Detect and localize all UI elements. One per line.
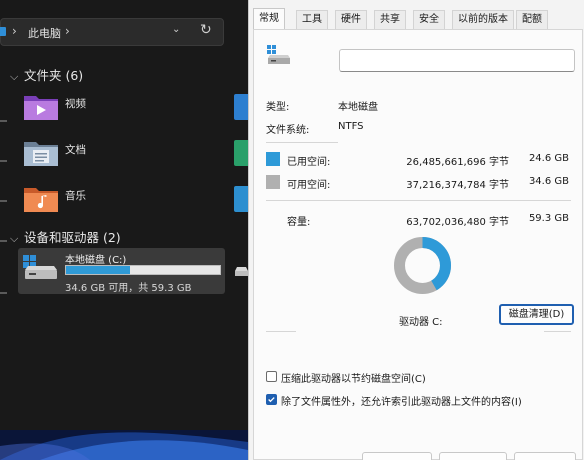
checkmark-icon bbox=[268, 397, 275, 403]
folder-item-music[interactable]: 音乐 bbox=[22, 182, 222, 222]
folder-label: 音乐 bbox=[65, 190, 86, 202]
folder-item-documents[interactable]: 文档 bbox=[22, 136, 222, 176]
type-label: 类型: bbox=[266, 102, 290, 113]
capacity-size: 59.3 GB bbox=[528, 213, 569, 224]
chevron-down-icon: ⌵ bbox=[10, 70, 19, 83]
folder-label: 文档 bbox=[65, 144, 86, 156]
drives-group-title: 设备和驱动器 (2) bbox=[24, 230, 121, 245]
apply-button[interactable] bbox=[514, 452, 576, 460]
tab-bar: 常规 工具 硬件 共享 安全 以前的版本 配额 bbox=[253, 8, 584, 30]
disk-usage-donut-chart bbox=[394, 237, 451, 294]
drive-item-c[interactable]: 本地磁盘 (C:) 34.6 GB 可用，共 59.3 GB bbox=[18, 248, 225, 294]
capacity-label: 容量: bbox=[287, 217, 311, 228]
type-value: 本地磁盘 bbox=[338, 102, 378, 113]
screen: › 此电脑 › ⌄ ↻ ⌵ 文件夹 (6) 视频 文档 音乐 ⌵ 设备和驱动器 … bbox=[0, 0, 584, 460]
drive-properties-dialog: 常规 工具 硬件 共享 安全 以前的版本 配额 类型: 本地磁盘 文件系统: N… bbox=[248, 0, 584, 460]
free-space-bytes: 37,216,374,784 字节 bbox=[406, 180, 509, 191]
drive-usage-fill bbox=[66, 266, 131, 274]
filesystem-label: 文件系统: bbox=[266, 125, 310, 136]
tab-hardware[interactable]: 硬件 bbox=[335, 10, 367, 29]
partial-drive-icon[interactable] bbox=[233, 262, 248, 278]
documents-folder-icon bbox=[24, 142, 58, 166]
tab-quota[interactable]: 配额 bbox=[516, 10, 548, 29]
used-space-swatch bbox=[266, 152, 280, 166]
chevron-down-icon: ⌵ bbox=[10, 232, 19, 245]
compress-drive-checkbox[interactable] bbox=[266, 371, 277, 382]
drive-label-input[interactable] bbox=[339, 49, 575, 72]
folder-item-videos[interactable]: 视频 bbox=[22, 90, 222, 130]
chevron-right-icon[interactable]: › bbox=[65, 24, 70, 38]
divider bbox=[266, 331, 296, 332]
allow-indexing-label[interactable]: 除了文件属性外，还允许索引此驱动器上文件的内容(I) bbox=[281, 393, 522, 408]
free-space-size: 34.6 GB bbox=[528, 176, 569, 187]
partial-folder-icon[interactable] bbox=[234, 186, 248, 212]
compress-drive-label[interactable]: 压缩此驱动器以节约磁盘空间(C) bbox=[281, 370, 426, 385]
used-space-bytes: 26,485,661,696 字节 bbox=[406, 157, 509, 168]
divider bbox=[266, 142, 338, 143]
video-folder-icon bbox=[24, 96, 58, 120]
tab-tools[interactable]: 工具 bbox=[296, 10, 328, 29]
partial-folder-icon[interactable] bbox=[234, 94, 248, 120]
tab-sharing[interactable]: 共享 bbox=[374, 10, 406, 29]
tab-security[interactable]: 安全 bbox=[413, 10, 445, 29]
nav-item-marker[interactable] bbox=[0, 240, 7, 242]
this-pc-icon bbox=[0, 27, 6, 36]
nav-item-marker[interactable] bbox=[0, 200, 7, 202]
nav-item-marker[interactable] bbox=[0, 160, 7, 162]
ok-button[interactable] bbox=[362, 452, 432, 460]
disk-cleanup-button[interactable]: 磁盘清理(D) bbox=[499, 304, 574, 325]
allow-indexing-checkbox[interactable] bbox=[266, 394, 277, 405]
local-disk-icon bbox=[23, 255, 57, 279]
nav-item-marker[interactable] bbox=[0, 292, 7, 294]
folder-label: 视频 bbox=[65, 98, 86, 110]
drive-name: 本地磁盘 (C:) bbox=[65, 255, 127, 266]
filesystem-value: NTFS bbox=[338, 121, 364, 132]
drive-letter-label: 驱动器 C: bbox=[399, 317, 443, 328]
divider bbox=[544, 331, 571, 332]
used-space-label: 已用空间: bbox=[287, 157, 331, 168]
desktop-wallpaper bbox=[0, 430, 248, 460]
cancel-button[interactable] bbox=[439, 452, 507, 460]
folders-group-title: 文件夹 (6) bbox=[24, 68, 84, 83]
chevron-right-icon[interactable]: › bbox=[12, 24, 17, 38]
free-space-swatch bbox=[266, 175, 280, 189]
address-bar[interactable]: › 此电脑 › ⌄ ↻ bbox=[0, 18, 224, 46]
free-space-label: 可用空间: bbox=[287, 180, 331, 191]
used-space-size: 24.6 GB bbox=[528, 153, 569, 164]
partial-folder-icon[interactable] bbox=[234, 140, 248, 166]
folders-group-header[interactable]: ⌵ 文件夹 (6) bbox=[10, 65, 83, 84]
local-disk-icon bbox=[267, 45, 290, 64]
music-folder-icon bbox=[24, 188, 58, 212]
drives-group-header[interactable]: ⌵ 设备和驱动器 (2) bbox=[10, 227, 121, 246]
tab-general[interactable]: 常规 bbox=[253, 8, 285, 30]
refresh-icon[interactable]: ↻ bbox=[200, 22, 212, 38]
capacity-bytes: 63,702,036,480 字节 bbox=[406, 217, 509, 228]
chevron-down-icon[interactable]: ⌄ bbox=[172, 24, 180, 35]
general-tab-panel: 类型: 本地磁盘 文件系统: NTFS 已用空间: 26,485,661,696… bbox=[253, 29, 583, 460]
file-explorer-window: › 此电脑 › ⌄ ↻ ⌵ 文件夹 (6) 视频 文档 音乐 ⌵ 设备和驱动器 … bbox=[0, 0, 248, 430]
tab-previous-versions[interactable]: 以前的版本 bbox=[452, 10, 514, 29]
nav-item-marker[interactable] bbox=[0, 120, 7, 122]
divider bbox=[266, 200, 571, 201]
navigation-pane-edge bbox=[0, 60, 8, 420]
drive-usage-bar bbox=[65, 265, 221, 275]
breadcrumb-this-pc[interactable]: 此电脑 bbox=[28, 25, 61, 41]
drive-free-space: 34.6 GB 可用，共 59.3 GB bbox=[65, 283, 192, 294]
